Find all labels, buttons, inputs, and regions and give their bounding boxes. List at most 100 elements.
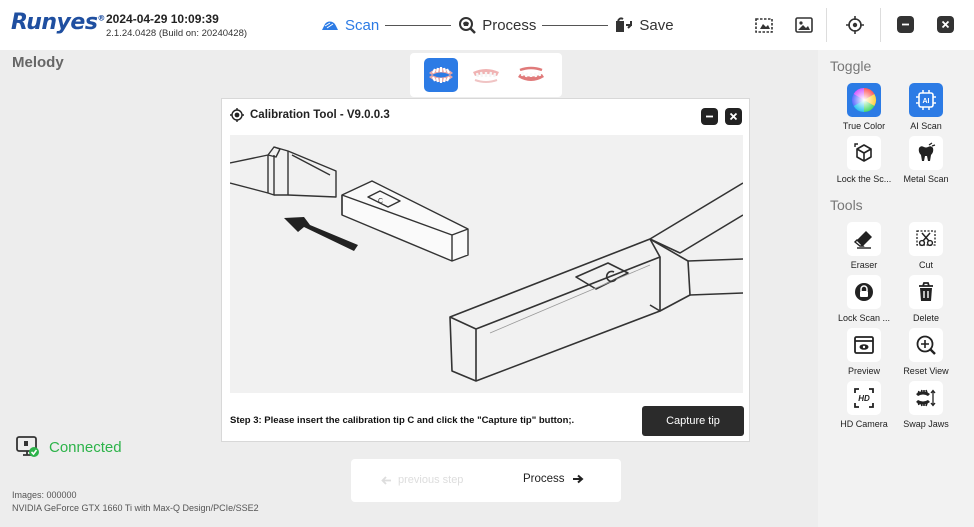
scanner-tip-illustration: C xyxy=(230,146,743,382)
step-save[interactable]: Save xyxy=(614,16,674,34)
dialog-title-text: Calibration Tool - V9.0.0.3 xyxy=(250,109,390,121)
toggle-box: AI xyxy=(909,83,943,117)
tool-eraser[interactable]: Eraser xyxy=(829,222,899,270)
process-icon xyxy=(459,17,477,34)
step-connector xyxy=(542,24,609,26)
reset-view-icon xyxy=(916,335,936,355)
toggle-ai-scan[interactable]: AI AI Scan xyxy=(891,83,961,131)
close-app-button[interactable] xyxy=(937,16,954,33)
tool-box xyxy=(909,222,943,256)
minimize-icon xyxy=(706,115,713,118)
patient-name: Melody xyxy=(12,54,64,71)
svg-text:AI: AI xyxy=(923,98,930,105)
tool-preview[interactable]: Preview xyxy=(829,328,899,376)
jaw-tab-upper[interactable] xyxy=(469,58,503,92)
tool-box xyxy=(847,222,881,256)
cut-icon xyxy=(916,230,936,247)
scan-icon xyxy=(322,21,338,30)
calibration-dialog: Calibration Tool - V9.0.0.3 C Step 3: Pl… xyxy=(221,98,750,442)
minimize-icon xyxy=(902,23,909,26)
tools-section-title: Tools xyxy=(830,197,863,213)
tool-label: Reset View xyxy=(903,366,949,376)
lower-jaw-icon xyxy=(518,66,545,81)
save-icon xyxy=(616,17,633,32)
images-count: Images: 000000 xyxy=(12,490,77,500)
toggle-lock-scan[interactable]: Lock the Sc... xyxy=(829,136,899,184)
trash-icon xyxy=(919,282,933,301)
connection-status: Connected xyxy=(16,436,122,458)
dialog-title: Calibration Tool - V9.0.0.3 xyxy=(230,108,390,122)
calibration-illustration: C xyxy=(230,135,743,393)
lock-icon xyxy=(855,283,873,301)
tool-swap-jaws[interactable]: Swap Jaws xyxy=(891,381,961,429)
cube-icon xyxy=(854,143,872,162)
tool-box xyxy=(847,328,881,362)
step-scan[interactable]: Scan xyxy=(320,17,379,34)
toggle-label: True Color xyxy=(842,121,886,131)
tool-label: Cut xyxy=(918,260,933,270)
dialog-close-button[interactable] xyxy=(725,108,742,125)
step-scan-label: Scan xyxy=(345,16,380,34)
device-connected-icon xyxy=(16,436,39,457)
dialog-minimize-button[interactable] xyxy=(701,108,718,125)
gallery-icon[interactable] xyxy=(794,15,814,35)
toggle-label: Lock the Sc... xyxy=(836,174,892,184)
step-process-label: Process xyxy=(482,16,537,34)
arrow-left-icon xyxy=(381,475,391,485)
workflow-steps: Scan Process Save xyxy=(320,13,674,37)
separator xyxy=(880,8,881,42)
connection-label: Connected xyxy=(49,438,122,456)
capture-tip-button[interactable]: Capture tip xyxy=(642,406,744,436)
calibration-icon xyxy=(230,108,244,122)
tool-lock-scan[interactable]: Lock Scan ... xyxy=(829,275,899,323)
minimize-button[interactable] xyxy=(897,16,914,33)
close-icon xyxy=(729,112,738,121)
tool-delete[interactable]: Delete xyxy=(891,275,961,323)
tool-cut[interactable]: Cut xyxy=(891,222,961,270)
step-save-label: Save xyxy=(639,16,674,34)
toggle-box xyxy=(847,83,881,117)
tool-box xyxy=(909,275,943,309)
top-bar: Runyes® 2024-04-29 10:09:39 2.1.24.0428 … xyxy=(0,0,974,50)
preview-icon xyxy=(854,336,874,354)
toggle-box xyxy=(847,136,881,170)
toggle-label: AI Scan xyxy=(910,121,942,131)
svg-text:HD: HD xyxy=(858,394,870,403)
process-label: Process xyxy=(523,473,565,485)
step-process[interactable]: Process xyxy=(457,16,536,34)
screenshot-icon[interactable] xyxy=(754,15,774,35)
tool-reset-view[interactable]: Reset View xyxy=(891,328,961,376)
process-button[interactable]: Process xyxy=(523,473,584,485)
right-panel: Toggle True Color AI AI Scan Lock the Sc… xyxy=(818,50,974,527)
upper-jaw-icon xyxy=(472,69,499,83)
previous-step-label: previous step xyxy=(398,474,464,486)
tip-letter-small: C xyxy=(378,198,383,205)
step-connector xyxy=(385,24,452,26)
target-icon[interactable] xyxy=(845,15,865,35)
jaw-tab-both[interactable] xyxy=(423,58,458,92)
toggle-label: Metal Scan xyxy=(903,174,949,184)
tool-label: Swap Jaws xyxy=(903,419,949,429)
bottom-navigation: previous step Process xyxy=(351,459,621,502)
tool-label: Delete xyxy=(912,313,939,323)
hd-camera-icon: HD xyxy=(854,388,874,408)
metal-tooth-icon xyxy=(918,142,936,161)
tool-label: Lock Scan ... xyxy=(837,313,891,323)
toggle-true-color[interactable]: True Color xyxy=(829,83,899,131)
tool-hd-camera[interactable]: HD HD Camera xyxy=(829,381,899,429)
jaw-tab-lower[interactable] xyxy=(514,58,548,92)
tool-box xyxy=(909,381,943,415)
toggle-box xyxy=(909,136,943,170)
tool-label: Eraser xyxy=(850,260,878,270)
swap-jaws-icon xyxy=(916,389,936,407)
toggle-metal-scan[interactable]: Metal Scan xyxy=(891,136,961,184)
previous-step-button[interactable]: previous step xyxy=(381,474,463,486)
eraser-icon xyxy=(853,231,872,249)
both-jaws-icon xyxy=(428,67,453,83)
color-wheel-icon xyxy=(851,88,877,112)
separator xyxy=(826,8,827,42)
tool-label: Preview xyxy=(847,366,880,376)
jaw-selector xyxy=(410,53,562,97)
close-icon xyxy=(941,20,950,29)
version-info: 2.1.24.0428 (Build on: 20240428) xyxy=(106,28,248,39)
